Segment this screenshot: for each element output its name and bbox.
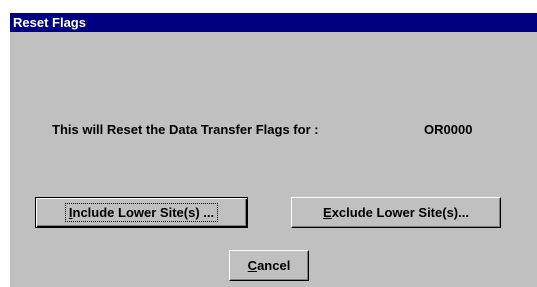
cancel-button-label: Cancel xyxy=(247,258,291,273)
dialog-title: Reset Flags xyxy=(13,15,86,30)
exclude-lower-sites-button[interactable]: Exclude Lower Site(s)... xyxy=(291,197,501,228)
site-code: OR0000 xyxy=(424,122,473,137)
reset-message: This will Reset the Data Transfer Flags … xyxy=(52,122,319,137)
reset-flags-dialog: Reset Flags This will Reset the Data Tra… xyxy=(9,12,537,287)
cancel-button[interactable]: Cancel xyxy=(229,250,309,281)
exclude-button-label: Exclude Lower Site(s)... xyxy=(323,205,469,220)
include-lower-sites-button[interactable]: Include Lower Site(s) ... xyxy=(35,197,248,228)
dialog-title-bar[interactable]: Reset Flags xyxy=(10,13,537,32)
include-button-label: Include Lower Site(s) ... xyxy=(64,203,219,222)
